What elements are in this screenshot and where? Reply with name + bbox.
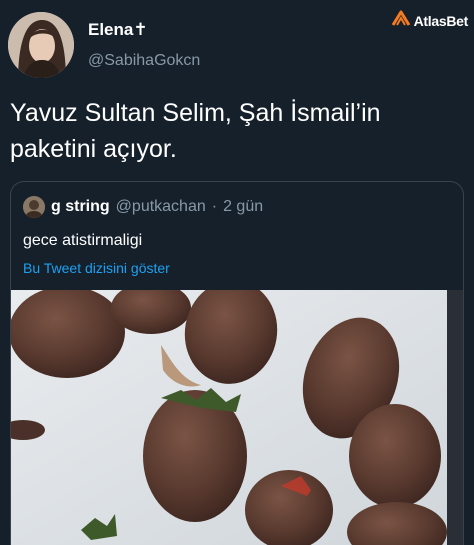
atlasbet-logo-icon [391, 10, 411, 31]
author-handle[interactable]: @SabihaGokcn [88, 52, 200, 70]
author-avatar-image [8, 12, 74, 78]
tweet-text: Yavuz Sultan Selim, Şah İsmail’in paketi… [10, 99, 381, 163]
quoted-author-name[interactable]: g string [51, 198, 110, 216]
quoted-author-handle[interactable]: @putkachan [116, 198, 206, 216]
quoted-author-avatar[interactable] [23, 196, 45, 218]
author-name[interactable]: Elena✝ [88, 20, 148, 40]
quoted-separator: · [211, 198, 218, 215]
atlasbet-watermark: AtlasBet [391, 10, 468, 31]
quoted-tweet-text: gece atistirmaligi [23, 232, 143, 249]
quoted-timestamp[interactable]: 2 gün [223, 198, 263, 216]
show-thread-link[interactable]: Bu Tweet dizisini göster [23, 260, 170, 276]
author-avatar[interactable] [8, 12, 74, 78]
quoted-tweet-header: g string @putkachan · 2 gün [23, 196, 263, 218]
quoted-tweet-card[interactable]: g string @putkachan · 2 gün gece atistir… [10, 181, 464, 545]
quoted-tweet-image[interactable] [11, 290, 463, 545]
watermark-text: AtlasBet [413, 12, 469, 29]
strawberries-photo [11, 290, 463, 545]
